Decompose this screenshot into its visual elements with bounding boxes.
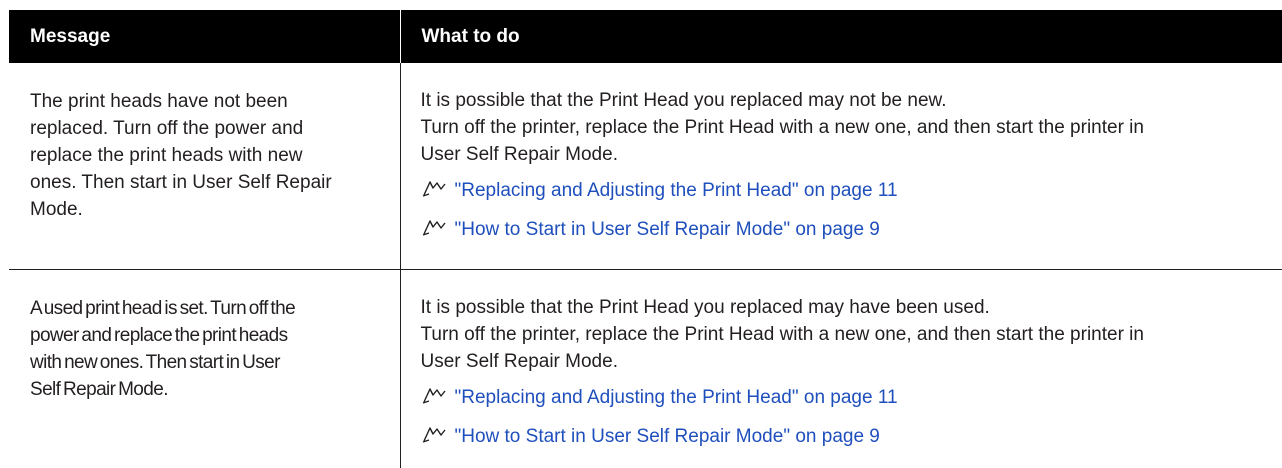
reference-pointer-icon	[421, 219, 447, 237]
action-line: User Self Repair Mode.	[420, 350, 618, 372]
reference-link-text: "Replacing and Adjusting the Print Head"…	[454, 386, 898, 408]
action-paragraph: It is possible that the Print Head you r…	[421, 294, 1282, 375]
message-table-container: Message What to do The print heads have …	[9, 10, 1282, 468]
reference-link-text: "Replacing and Adjusting the Print Head"…	[454, 180, 898, 201]
action-cell: It is possible that the Print Head you r…	[400, 63, 1282, 270]
action-line: User Self Repair Mode.	[420, 144, 618, 165]
message-line: replace the print heads with new	[30, 145, 303, 166]
message-cell: A used print head is set. Turn off the p…	[9, 269, 401, 468]
reference-link-text: "How to Start in User Self Repair Mode" …	[454, 425, 880, 447]
action-line: It is possible that the Print Head you r…	[420, 296, 990, 318]
reference-pointer-icon	[421, 180, 447, 198]
action-line: Turn off the printer, replace the Print …	[420, 117, 1144, 138]
table-header-row: Message What to do	[9, 10, 1282, 63]
reference-link-start-self-repair[interactable]: "How to Start in User Self Repair Mode" …	[421, 216, 1282, 243]
action-cell: It is possible that the Print Head you r…	[400, 269, 1282, 468]
message-line: power and replace the print heads	[30, 324, 288, 346]
message-line: A used print head is set. Turn off the	[30, 297, 296, 319]
table-row: A used print head is set. Turn off the p…	[9, 269, 1282, 468]
column-header-message: Message	[9, 10, 401, 63]
reference-pointer-icon	[421, 426, 447, 444]
message-line: Mode.	[30, 199, 83, 220]
message-line: replaced. Turn off the power and	[30, 118, 304, 139]
action-line: It is possible that the Print Head you r…	[420, 90, 947, 111]
message-line: ones. Then start in User Self Repair	[30, 172, 332, 193]
column-header-what-to-do: What to do	[400, 10, 1282, 63]
message-line: with new ones. Then start in User	[30, 351, 280, 373]
reference-link-text: "How to Start in User Self Repair Mode" …	[454, 219, 880, 240]
reference-pointer-icon	[421, 387, 447, 405]
message-table: Message What to do The print heads have …	[9, 10, 1282, 468]
table-row: The print heads have not been replaced. …	[9, 63, 1282, 270]
reference-link-replacing-print-head[interactable]: "Replacing and Adjusting the Print Head"…	[421, 177, 1282, 204]
action-line: Turn off the printer, replace the Print …	[420, 323, 1144, 345]
message-cell: The print heads have not been replaced. …	[9, 63, 401, 270]
reference-link-replacing-print-head[interactable]: "Replacing and Adjusting the Print Head"…	[421, 384, 1282, 411]
message-line: Self Repair Mode.	[30, 378, 168, 400]
reference-link-start-self-repair[interactable]: "How to Start in User Self Repair Mode" …	[421, 423, 1282, 450]
action-paragraph: It is possible that the Print Head you r…	[421, 87, 1282, 168]
message-line: The print heads have not been	[30, 91, 288, 112]
